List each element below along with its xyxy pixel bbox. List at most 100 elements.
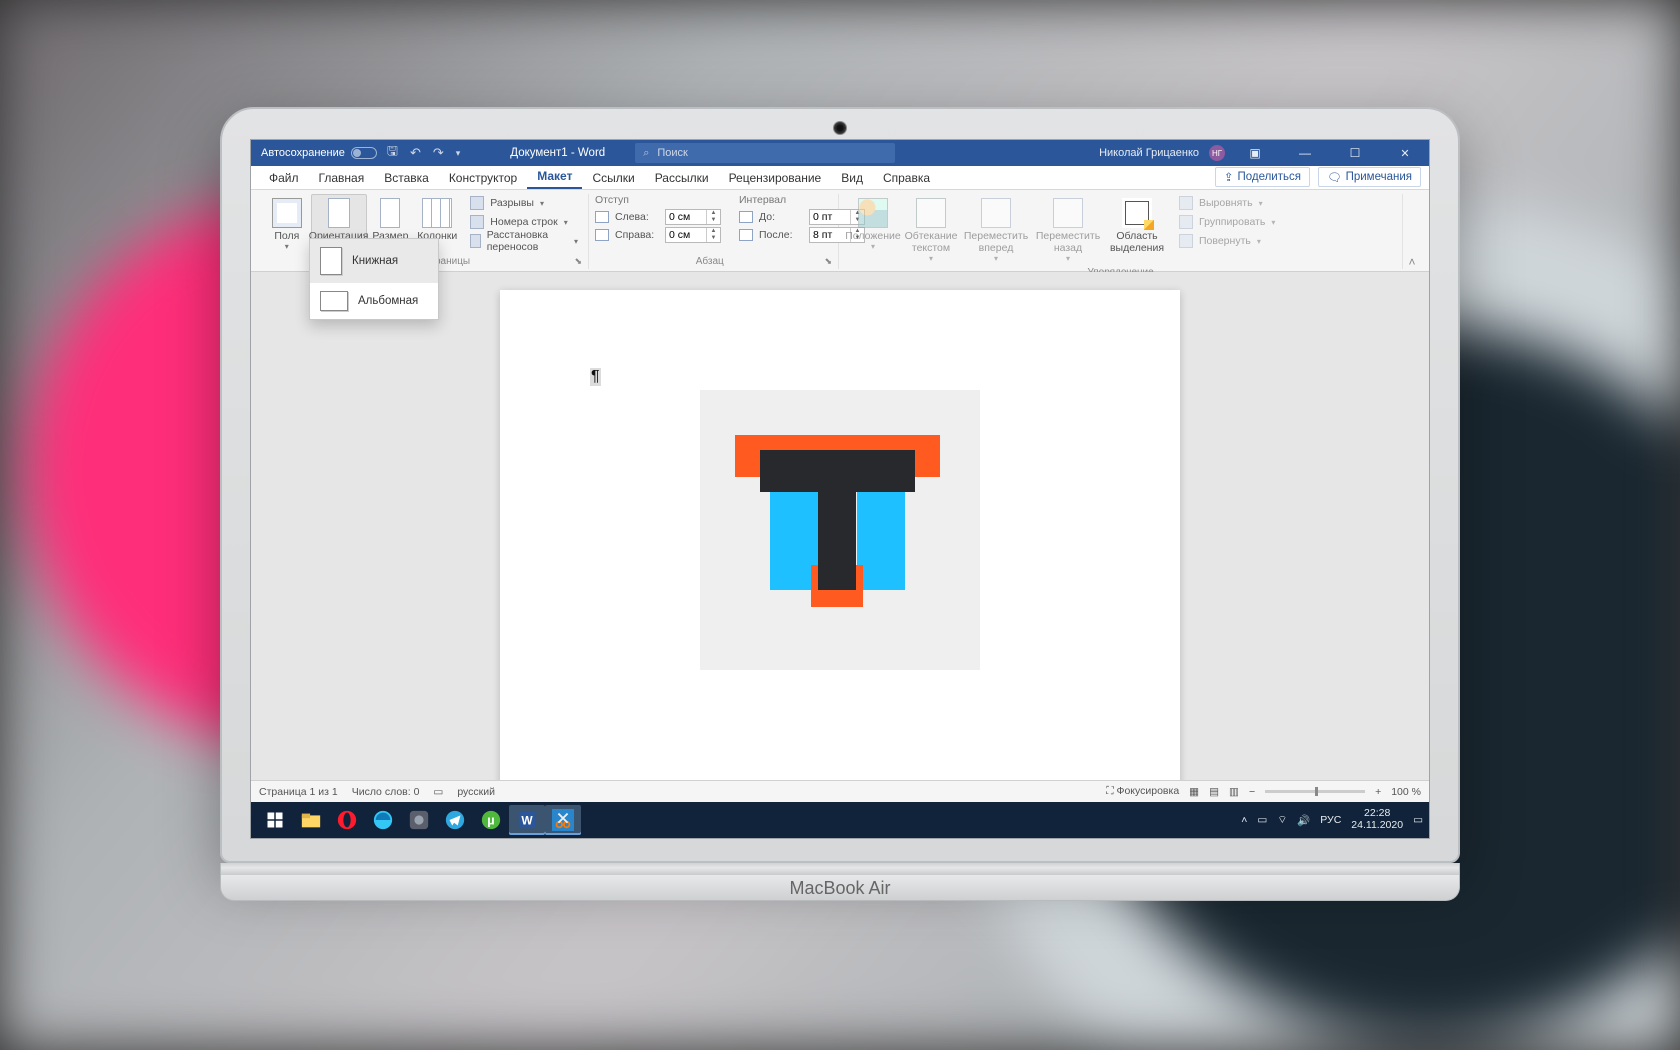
wrap-text-icon [916, 198, 946, 228]
hyphenation-button[interactable]: Расстановка переносов▾ [466, 232, 582, 250]
search-box[interactable]: ⌕ Поиск [635, 143, 895, 163]
screen: Автосохранение 🖫 ↶ ↷ ▾ Документ1 - Word … [250, 139, 1430, 839]
status-language[interactable]: русский [457, 786, 495, 798]
dialog-launcher-icon[interactable]: ⬊ [574, 256, 582, 267]
orientation-option-portrait[interactable]: Книжная [310, 239, 438, 283]
taskbar-nox[interactable] [401, 805, 437, 835]
folder-icon [300, 809, 322, 831]
document-area[interactable]: ¶ [251, 272, 1429, 780]
zoom-in-icon[interactable]: + [1375, 786, 1381, 798]
close-icon[interactable]: ✕ [1385, 147, 1425, 160]
tab-home[interactable]: Главная [309, 167, 375, 189]
taskbar-edge[interactable] [365, 805, 401, 835]
qat-more-icon[interactable]: ▾ [456, 148, 461, 159]
rotate-button[interactable]: Повернуть▾ [1175, 232, 1279, 250]
tray-overflow-icon[interactable]: ˄ [1241, 814, 1247, 826]
dialog-launcher-icon[interactable]: ⬊ [824, 256, 832, 267]
svg-text:W: W [521, 814, 533, 828]
view-print-layout-icon[interactable]: ▦ [1189, 786, 1199, 798]
tab-layout[interactable]: Макет [527, 165, 582, 189]
page[interactable]: ¶ [500, 290, 1180, 780]
start-button[interactable] [257, 805, 293, 835]
word-icon: W [516, 809, 538, 831]
align-icon [1179, 196, 1193, 210]
ribbon-display-options-icon[interactable]: ▣ [1235, 146, 1275, 160]
indent-left-input[interactable]: ▲▼ [665, 209, 721, 225]
orientation-icon [328, 198, 350, 228]
taskbar-telegram[interactable] [437, 805, 473, 835]
spacing-after-icon [739, 229, 753, 241]
pilcrow-icon: ¶ [590, 368, 601, 386]
position-button[interactable]: Положение▾ [845, 194, 901, 267]
wifi-icon[interactable]: ⌔ [1277, 813, 1287, 827]
tab-review[interactable]: Рецензирование [719, 167, 832, 189]
group-button[interactable]: Группировать▾ [1175, 213, 1279, 231]
undo-icon[interactable]: ↶ [410, 145, 421, 161]
tab-help[interactable]: Справка [873, 167, 940, 189]
hyphenation-icon [470, 234, 480, 248]
comment-icon: 🗨 [1327, 170, 1342, 184]
battery-icon[interactable]: ▭ [1257, 814, 1267, 826]
taskbar-opera[interactable] [329, 805, 365, 835]
notifications-icon[interactable]: ▭ [1413, 814, 1423, 826]
tab-file[interactable]: Файл [259, 167, 309, 189]
embedded-image[interactable] [700, 390, 980, 670]
windows-icon [266, 811, 284, 829]
input-language[interactable]: РУС [1320, 814, 1341, 826]
taskbar-snip[interactable] [545, 805, 581, 835]
zoom-level[interactable]: 100 % [1391, 786, 1421, 798]
view-web-layout-icon[interactable]: ▥ [1229, 786, 1239, 798]
search-placeholder: Поиск [657, 147, 687, 159]
view-read-mode-icon[interactable]: ▤ [1209, 786, 1219, 798]
taskbar-file-explorer[interactable] [293, 805, 329, 835]
taskbar-utorrent[interactable]: µ [473, 805, 509, 835]
status-words[interactable]: Число слов: 0 [352, 786, 420, 798]
tab-references[interactable]: Ссылки [582, 167, 644, 189]
portrait-page-icon [320, 247, 342, 275]
scissors-icon [552, 809, 574, 831]
zoom-slider[interactable] [1265, 790, 1365, 793]
user-name[interactable]: Николай Грицаенко [1099, 147, 1199, 159]
autosave-toggle[interactable] [351, 147, 377, 159]
user-avatar-icon[interactable]: НГ [1209, 145, 1225, 161]
align-button[interactable]: Выровнять▾ [1175, 194, 1279, 212]
margins-icon [272, 198, 302, 228]
minimize-icon[interactable]: — [1285, 146, 1325, 160]
nox-icon [408, 809, 430, 831]
clock[interactable]: 22:28 24.11.2020 [1351, 808, 1403, 831]
collapse-ribbon-icon[interactable]: ˄ [1403, 194, 1421, 269]
status-page[interactable]: Страница 1 из 1 [259, 786, 338, 798]
word-window: Автосохранение 🖫 ↶ ↷ ▾ Документ1 - Word … [251, 140, 1429, 838]
indent-right-icon [595, 229, 609, 241]
group-caption-paragraph: Абзац⬊ [595, 256, 832, 269]
send-backward-button[interactable]: Переместить назад▾ [1033, 194, 1103, 267]
redo-icon[interactable]: ↷ [433, 145, 444, 161]
edge-icon [372, 809, 394, 831]
comments-button[interactable]: 🗨Примечания [1318, 167, 1421, 187]
group-icon [1179, 215, 1193, 229]
tab-view[interactable]: Вид [831, 167, 873, 189]
indent-right-input[interactable]: ▲▼ [665, 227, 721, 243]
save-icon[interactable]: 🖫 [387, 142, 398, 164]
volume-icon[interactable]: 🔊 [1297, 814, 1310, 827]
orientation-option-landscape[interactable]: Альбомная [310, 283, 438, 319]
tab-insert[interactable]: Вставка [374, 167, 439, 189]
taskbar-word[interactable]: W [509, 805, 545, 835]
breaks-button[interactable]: Разрывы▾ [466, 194, 582, 212]
wrap-text-button[interactable]: Обтекание текстом▾ [903, 194, 959, 267]
send-backward-icon [1053, 198, 1083, 228]
tab-mailings[interactable]: Рассылки [645, 167, 719, 189]
share-icon: ⇪ [1224, 170, 1234, 184]
share-button[interactable]: ⇪Поделиться [1215, 167, 1310, 187]
selection-pane-button[interactable]: Область выделения [1105, 194, 1169, 267]
proofing-icon[interactable]: ▭ [433, 786, 443, 798]
bring-forward-button[interactable]: Переместить вперед▾ [961, 194, 1031, 267]
windows-taskbar: µ W ˄ ▭ ⌔ 🔊 РУС 22:28 24.11.2020 ▭ [251, 802, 1429, 838]
document-title: Документ1 - Word [510, 147, 605, 159]
zoom-out-icon[interactable]: − [1249, 786, 1255, 798]
margins-button[interactable]: Поля▾ [265, 194, 309, 256]
focus-mode-button[interactable]: ⛶ Фокусировка [1106, 785, 1179, 798]
position-icon [858, 198, 888, 228]
tab-design[interactable]: Конструктор [439, 167, 527, 189]
maximize-icon[interactable]: ☐ [1335, 146, 1375, 160]
